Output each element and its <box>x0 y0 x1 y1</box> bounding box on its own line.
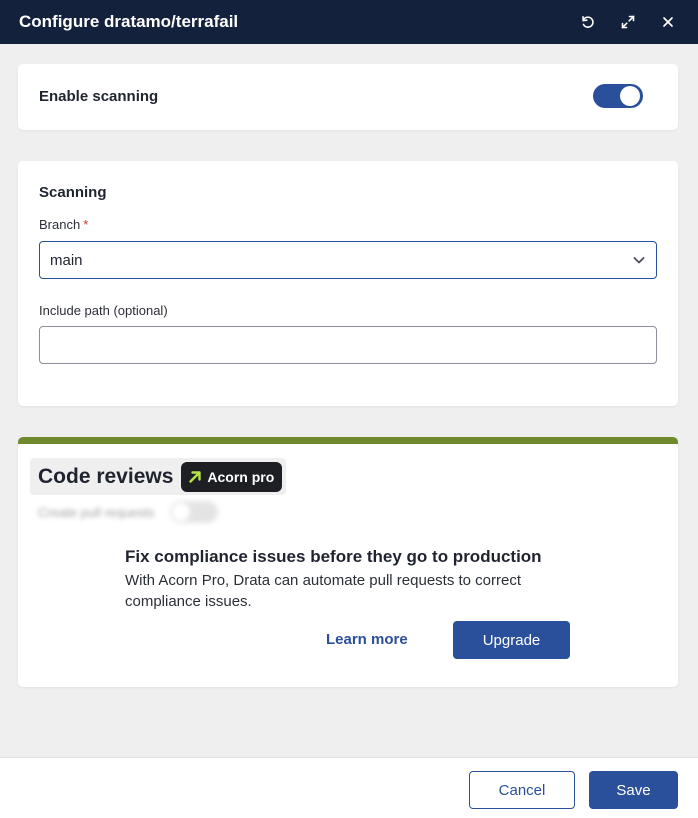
scanning-card: Scanning Branch * main Include path (opti… <box>18 161 678 406</box>
enable-scanning-toggle[interactable] <box>593 84 643 108</box>
arrow-up-right-icon <box>189 470 202 483</box>
expand-icon[interactable] <box>617 11 639 33</box>
branch-select-value: main <box>50 251 83 269</box>
code-reviews-title: Code reviews <box>38 464 174 488</box>
upgrade-button[interactable]: Upgrade <box>453 621 570 659</box>
required-marker: * <box>83 217 89 232</box>
create-pull-requests-toggle <box>170 501 219 523</box>
header-actions <box>577 11 679 33</box>
cancel-button[interactable]: Cancel <box>469 771 575 809</box>
upsell-heading: Fix compliance issues before they go to … <box>125 547 542 566</box>
learn-more-link[interactable]: Learn more <box>326 631 408 648</box>
acorn-pro-label: Acorn pro <box>207 468 275 485</box>
dialog-title: Configure dratamo/terrafail <box>19 12 239 31</box>
toggle-knob <box>620 86 640 106</box>
dialog-footer: Cancel Save <box>0 757 698 818</box>
create-pull-requests-label: Create pull requests <box>38 504 155 520</box>
branch-select[interactable]: main <box>39 241 657 279</box>
enable-scanning-label: Enable scanning <box>39 88 159 105</box>
save-button[interactable]: Save <box>589 771 678 809</box>
branch-label-text: Branch <box>39 217 81 232</box>
code-reviews-card: Code reviews Acorn pro Create pull reque… <box>18 437 678 687</box>
acorn-pro-badge: Acorn pro <box>181 461 283 492</box>
include-path-label: Include path (optional) <box>39 303 168 318</box>
reset-icon[interactable] <box>577 11 599 33</box>
include-path-input[interactable] <box>39 326 657 364</box>
chevron-down-icon <box>633 257 645 264</box>
toggle-knob <box>172 503 191 521</box>
dialog-header: Configure dratamo/terrafail <box>0 0 698 44</box>
code-reviews-header: Code reviews Acorn pro <box>30 458 287 495</box>
scanning-title: Scanning <box>39 184 107 201</box>
create-pull-requests-row: Create pull requests <box>38 501 219 523</box>
branch-label: Branch * <box>39 217 88 232</box>
pro-accent-bar <box>18 437 678 444</box>
enable-scanning-card: Enable scanning <box>18 64 678 130</box>
close-icon[interactable] <box>657 11 679 33</box>
upsell-body: With Acorn Pro, Drata can automate pull … <box>125 572 522 610</box>
